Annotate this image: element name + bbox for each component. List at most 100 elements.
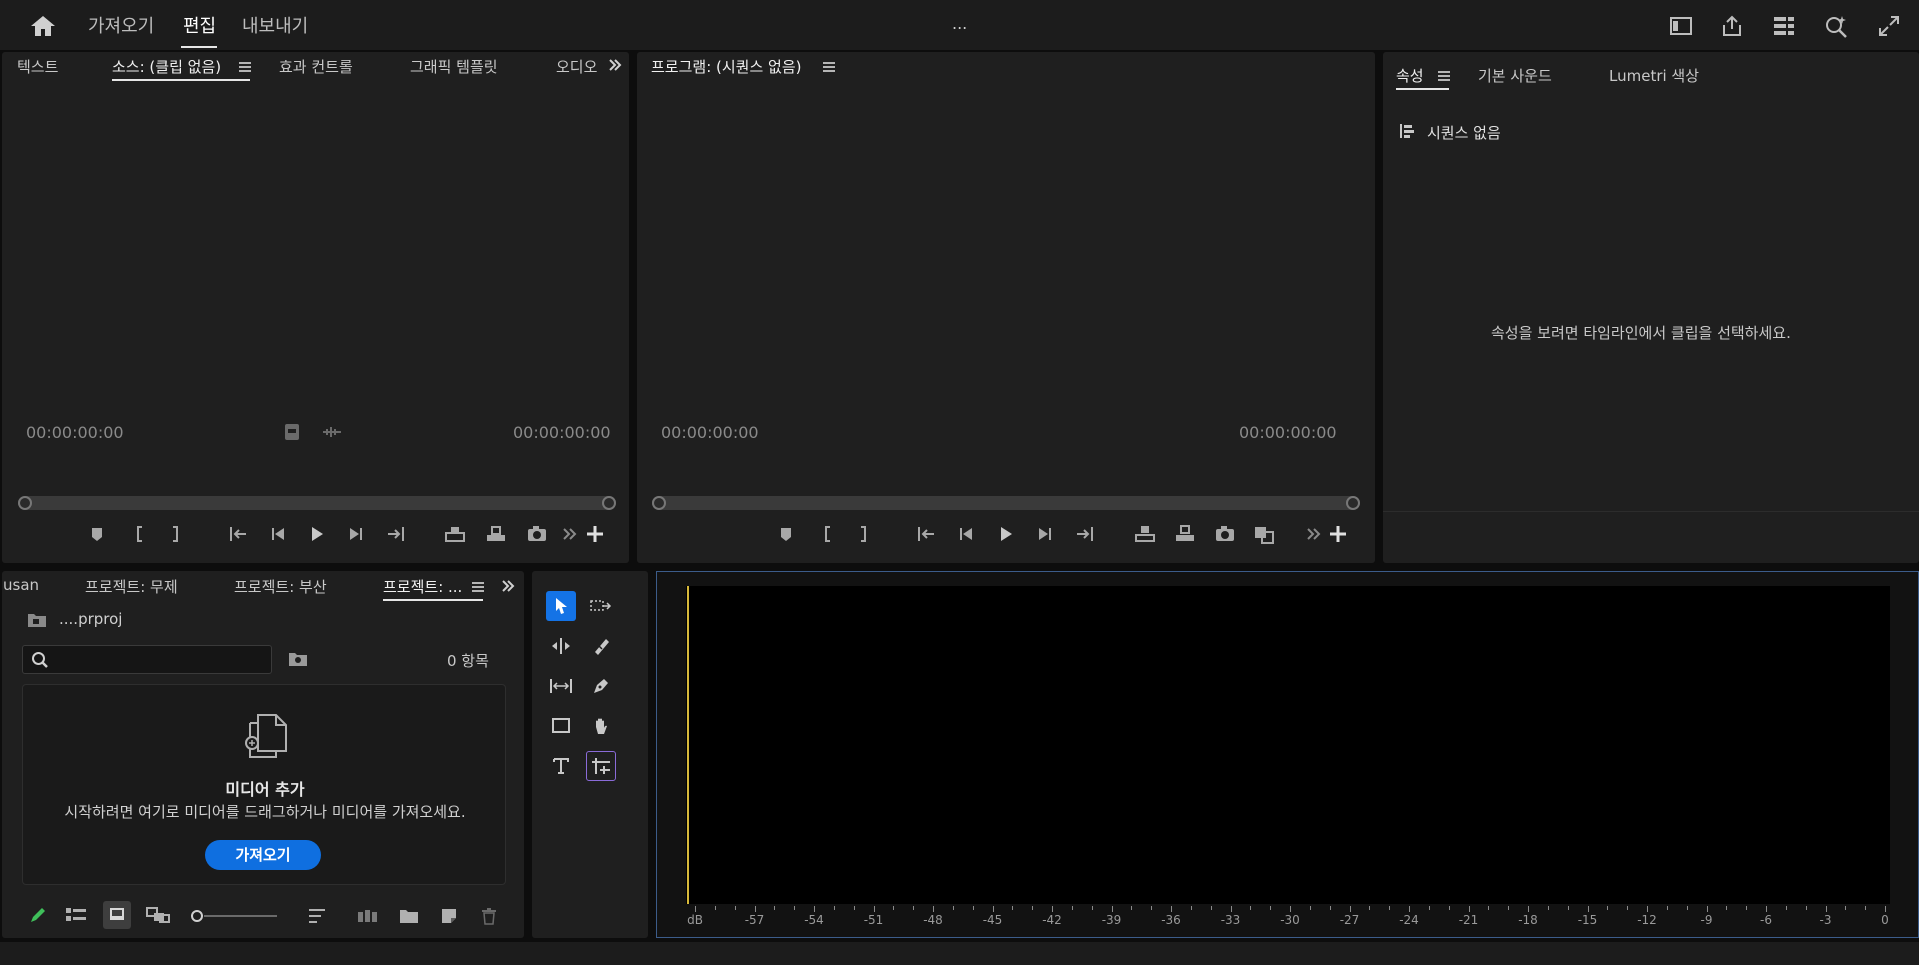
more-tabs-icon[interactable] [501, 579, 515, 593]
step-forward-icon[interactable] [1034, 523, 1056, 545]
tab-project-untitled[interactable]: 프로젝트: 무제 [85, 576, 178, 597]
rectangle-tool[interactable] [546, 711, 576, 741]
remix-tool[interactable] [586, 751, 616, 781]
mark-out-icon[interactable] [852, 523, 874, 545]
scrub-end-handle[interactable] [602, 496, 616, 510]
panel-menu-icon[interactable] [472, 582, 484, 592]
go-to-out-icon[interactable] [1074, 523, 1096, 545]
panel-menu-icon[interactable] [1438, 71, 1450, 81]
audio-waveform-icon[interactable] [322, 426, 342, 438]
slip-tool[interactable] [546, 671, 576, 701]
nav-import[interactable]: 가져오기 [88, 12, 154, 38]
search-input[interactable] [22, 645, 272, 674]
tab-audio[interactable]: 오디오 [556, 56, 602, 77]
button-editor-icon[interactable] [584, 523, 606, 545]
tab-text[interactable]: 텍스트 [17, 56, 58, 77]
zoom-slider-handle-icon[interactable] [190, 909, 204, 923]
list-view-icon[interactable] [65, 906, 87, 924]
tab-effect-controls[interactable]: 효과 컨트롤 [279, 56, 353, 77]
source-scrub-bar[interactable] [18, 496, 616, 510]
comparison-view-icon[interactable] [1253, 523, 1275, 545]
home-icon[interactable] [30, 14, 56, 38]
program-scrub-bar[interactable] [652, 496, 1360, 510]
meter-tick [1210, 906, 1212, 910]
add-marker-icon[interactable] [86, 523, 108, 545]
trash-icon[interactable] [481, 907, 497, 925]
new-item-icon[interactable] [440, 907, 458, 925]
meter-tick [1547, 906, 1549, 910]
new-bin-icon[interactable] [399, 908, 419, 924]
freeform-view-icon[interactable] [146, 905, 170, 925]
zoom-slider-track[interactable] [204, 915, 277, 917]
pen-tool[interactable] [586, 671, 616, 701]
nav-export[interactable]: 내보내기 [242, 12, 308, 38]
tab-usan[interactable]: usan [3, 576, 39, 594]
scrub-start-handle[interactable] [652, 496, 666, 510]
quick-search-icon[interactable] [1823, 13, 1849, 39]
tab-properties[interactable]: 속성 [1396, 65, 1424, 86]
tab-program[interactable]: 프로그램: (시퀀스 없음) [651, 56, 802, 77]
add-media-icon [240, 713, 290, 759]
find-bin-icon[interactable] [288, 651, 308, 667]
add-marker-icon[interactable] [775, 523, 797, 545]
panel-menu-icon[interactable] [823, 62, 835, 72]
stacked-panels-icon[interactable] [1771, 13, 1797, 39]
clip-icon[interactable] [285, 424, 299, 440]
ripple-edit-tool[interactable] [546, 631, 576, 661]
tab-project-current[interactable]: 프로젝트: ... [383, 576, 462, 597]
go-to-out-icon[interactable] [385, 523, 407, 545]
extract-icon[interactable] [1174, 523, 1196, 545]
project-panel: usan 프로젝트: 무제 프로젝트: 부산 프로젝트: ... ....prp… [2, 571, 524, 938]
meter-tick [1607, 906, 1609, 910]
item-count: 0 항목 [447, 652, 489, 670]
tab-source[interactable]: 소스: (클립 없음) [112, 56, 221, 77]
step-back-icon[interactable] [267, 523, 289, 545]
source-timecode-current[interactable]: 00:00:00:00 [26, 423, 124, 442]
program-timecode-current[interactable]: 00:00:00:00 [661, 423, 759, 442]
automate-to-sequence-icon[interactable] [357, 908, 379, 924]
meter-tick [833, 906, 835, 910]
button-editor-icon[interactable] [1327, 523, 1349, 545]
mark-in-icon[interactable] [817, 523, 839, 545]
tab-lumetri-color[interactable]: Lumetri 색상 [1609, 65, 1699, 86]
fullscreen-icon[interactable] [1876, 13, 1902, 39]
media-drop-zone[interactable]: 미디어 추가 시작하려면 여기로 미디어를 드래그하거나 미디어를 가져오세요.… [22, 684, 506, 885]
lift-icon[interactable] [1134, 523, 1156, 545]
icon-view-button[interactable] [103, 901, 131, 929]
scrub-start-handle[interactable] [18, 496, 32, 510]
razor-tool[interactable] [586, 631, 616, 661]
insert-icon[interactable] [444, 523, 466, 545]
type-tool[interactable] [546, 751, 576, 781]
mark-out-icon[interactable] [164, 523, 186, 545]
mark-in-icon[interactable] [129, 523, 151, 545]
go-to-in-icon[interactable] [227, 523, 249, 545]
write-protect-icon[interactable] [28, 905, 48, 925]
project-bin-icon [27, 612, 47, 628]
go-to-in-icon[interactable] [915, 523, 937, 545]
play-icon[interactable] [305, 523, 327, 545]
tab-essential-sound[interactable]: 기본 사운드 [1478, 65, 1552, 86]
step-forward-icon[interactable] [345, 523, 367, 545]
nav-edit[interactable]: 편집 [183, 12, 216, 38]
hand-tool[interactable] [586, 711, 616, 741]
more-controls-icon[interactable] [1303, 523, 1325, 545]
more-tabs-icon[interactable] [608, 58, 622, 72]
import-button[interactable]: 가져오기 [205, 840, 321, 870]
meter-label: 0 [1881, 913, 1889, 927]
scrub-end-handle[interactable] [1346, 496, 1360, 510]
step-back-icon[interactable] [955, 523, 977, 545]
panel-menu-icon[interactable] [239, 62, 251, 72]
track-select-tool[interactable] [586, 591, 616, 621]
play-icon[interactable] [994, 523, 1016, 545]
selection-tool[interactable] [546, 591, 576, 621]
tab-project-busan[interactable]: 프로젝트: 부산 [234, 576, 327, 597]
overwrite-icon[interactable] [485, 523, 507, 545]
sort-icon[interactable] [308, 908, 326, 924]
tab-graphic-templates[interactable]: 그래픽 템플릿 [410, 56, 498, 77]
more-controls-icon[interactable] [559, 523, 581, 545]
export-frame-icon[interactable] [526, 523, 548, 545]
meter-tick [853, 906, 855, 910]
share-icon[interactable] [1719, 13, 1745, 39]
export-frame-icon[interactable] [1214, 523, 1236, 545]
workspace-icon[interactable] [1668, 13, 1694, 39]
